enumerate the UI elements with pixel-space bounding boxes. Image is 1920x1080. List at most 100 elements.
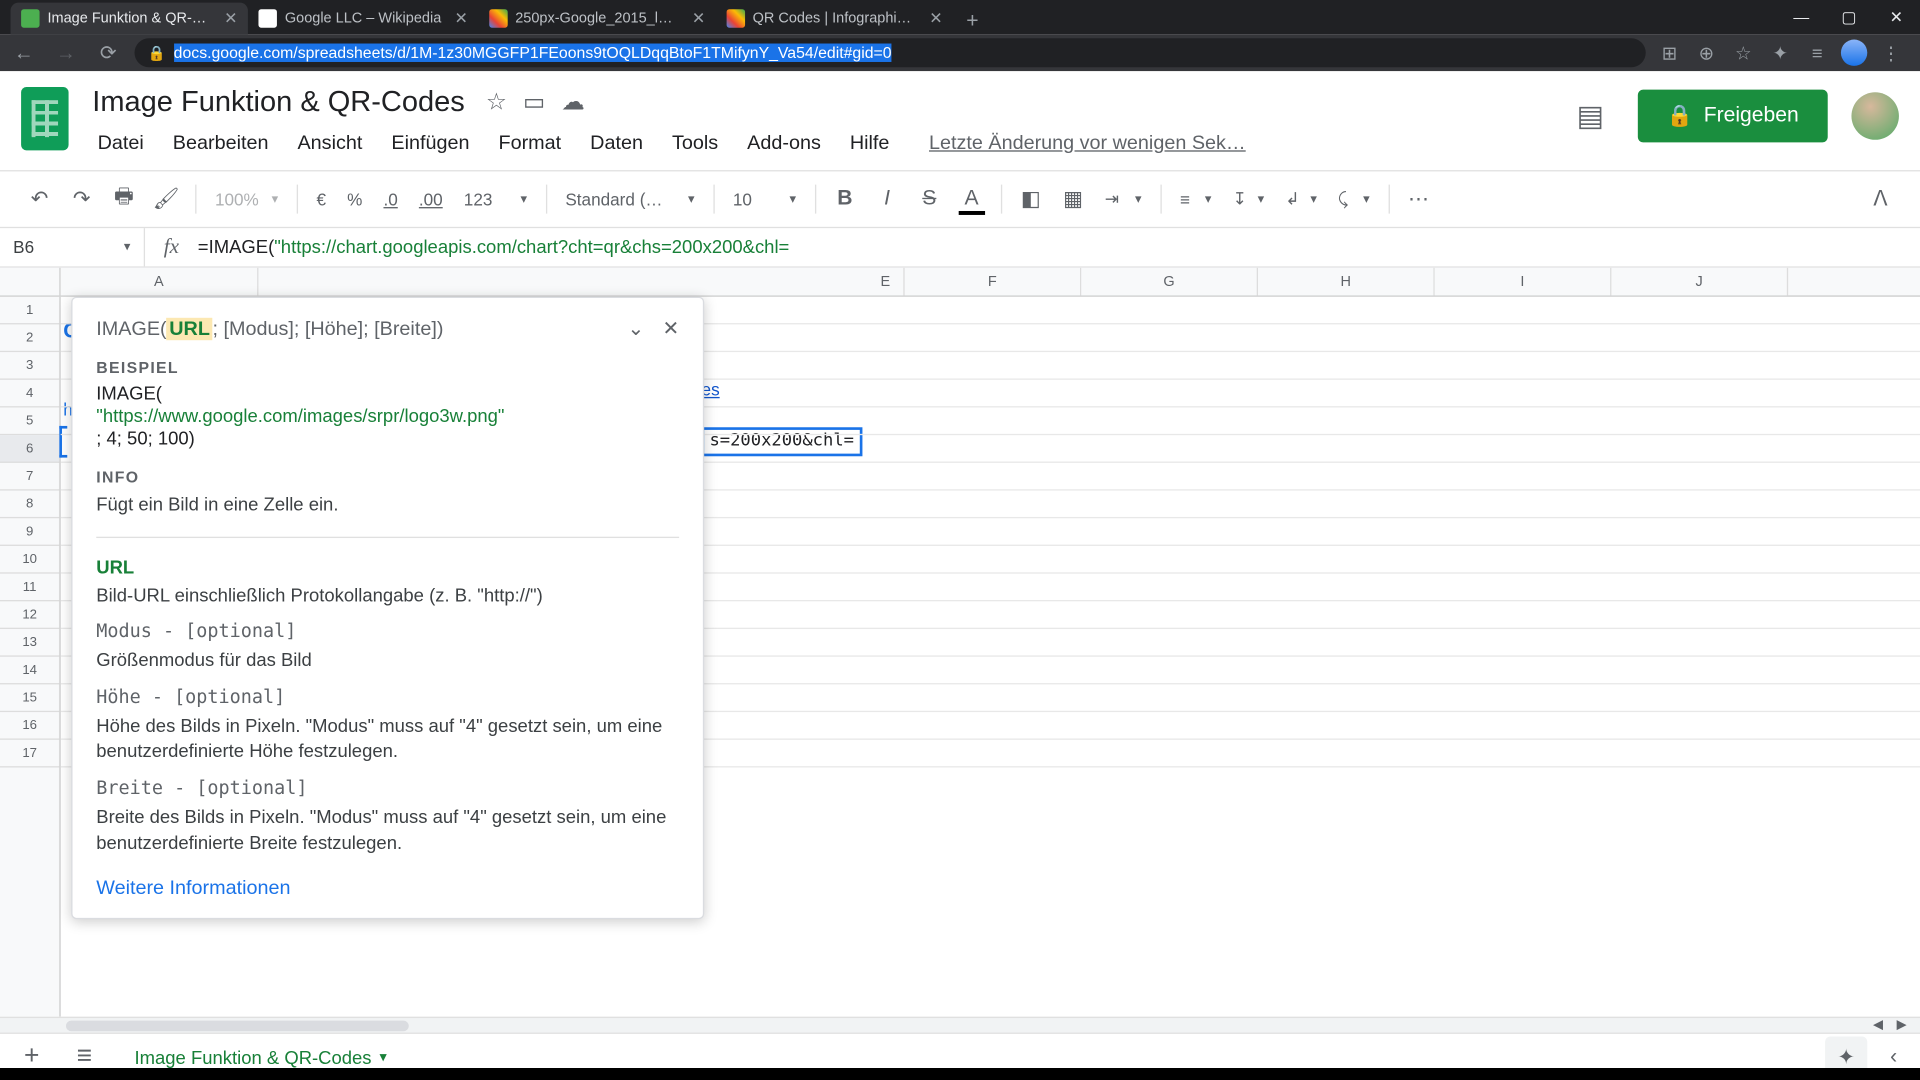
decrease-decimal-button[interactable]: .0 <box>376 181 406 218</box>
menu-tools[interactable]: Tools <box>659 127 732 160</box>
star-icon[interactable]: ☆ <box>486 88 507 116</box>
percent-button[interactable]: % <box>339 181 370 218</box>
col-header-g[interactable]: G <box>1081 268 1258 296</box>
col-header-j[interactable]: J <box>1611 268 1788 296</box>
move-icon[interactable]: ▭ <box>523 88 545 116</box>
select-all-corner[interactable] <box>0 268 61 296</box>
menu-daten[interactable]: Daten <box>577 127 656 160</box>
row-header-1[interactable]: 1 <box>0 297 59 325</box>
close-icon[interactable]: ✕ <box>224 9 237 27</box>
italic-button[interactable]: I <box>869 181 906 218</box>
doc-title[interactable]: Image Funktion & QR-Codes <box>84 82 472 122</box>
bold-button[interactable]: B <box>826 181 863 218</box>
row-header-12[interactable]: 12 <box>0 601 59 629</box>
help-more-link[interactable]: Weitere Informationen <box>96 877 679 899</box>
spreadsheet-grid[interactable]: A E F G H I J 1234567891011121314151617 … <box>0 268 1920 1017</box>
text-color-button[interactable]: A <box>953 181 990 218</box>
horizontal-scrollbar[interactable]: ◀ ▶ <box>0 1017 1920 1033</box>
close-icon[interactable]: ✕ <box>454 9 467 27</box>
wrap-button[interactable]: ↲▾ <box>1277 181 1324 218</box>
paint-format-button[interactable]: 🖌 <box>148 181 185 218</box>
font-select[interactable]: Standard (…▾ <box>557 181 702 218</box>
row-header-4[interactable]: 4 <box>0 380 59 408</box>
rotate-button[interactable]: ⤹▾ <box>1330 181 1377 218</box>
zoom-icon[interactable]: ⊕ <box>1693 40 1719 66</box>
fill-color-button[interactable]: ◧ <box>1012 181 1049 218</box>
browser-tab-0[interactable]: Image Funktion & QR-Codes - G ✕ <box>11 3 248 35</box>
menu-bearbeiten[interactable]: Bearbeiten <box>160 127 282 160</box>
share-button[interactable]: 🔒 Freigeben <box>1638 90 1828 143</box>
menu-hilfe[interactable]: Hilfe <box>837 127 903 160</box>
maximize-button[interactable]: ▢ <box>1825 0 1872 34</box>
row-header-9[interactable]: 9 <box>0 518 59 546</box>
col-header-a[interactable]: A <box>61 268 259 296</box>
more-toolbar-button[interactable]: ⋯ <box>1400 181 1437 218</box>
last-edit-link[interactable]: Letzte Änderung vor wenigen Sek… <box>929 127 1246 160</box>
row-header-10[interactable]: 10 <box>0 546 59 574</box>
sheets-logo[interactable] <box>21 87 68 150</box>
close-help-icon[interactable]: ✕ <box>663 316 680 340</box>
row-header-2[interactable]: 2 <box>0 324 59 352</box>
omnibox[interactable]: 🔒 docs.google.com/spreadsheets/d/1M-1z30… <box>135 38 1646 67</box>
side-panel-toggle[interactable]: ‹ <box>1878 1045 1910 1069</box>
install-icon[interactable]: ⊞ <box>1656 40 1682 66</box>
collapse-toolbar-button[interactable]: ᐱ <box>1862 181 1899 218</box>
number-format-select[interactable]: 123▾ <box>456 181 535 218</box>
strike-button[interactable]: S <box>911 181 948 218</box>
row-header-7[interactable]: 7 <box>0 463 59 491</box>
scrollbar-thumb[interactable] <box>66 1020 409 1031</box>
valign-button[interactable]: ↧▾ <box>1225 181 1272 218</box>
currency-button[interactable]: € <box>309 181 334 218</box>
formula-input[interactable]: =IMAGE("https://chart.googleapis.com/cha… <box>198 236 1920 258</box>
menu-icon[interactable]: ⋮ <box>1878 40 1904 66</box>
col-header-h[interactable]: H <box>1258 268 1435 296</box>
col-header-i[interactable]: I <box>1435 268 1612 296</box>
borders-button[interactable]: ▦ <box>1055 181 1092 218</box>
merge-button[interactable]: ⇥▾ <box>1097 181 1150 218</box>
chevron-down-icon[interactable]: ▾ <box>379 1048 386 1065</box>
menu-format[interactable]: Format <box>485 127 574 160</box>
reading-list-icon[interactable]: ≡ <box>1804 40 1830 66</box>
row-header-17[interactable]: 17 <box>0 740 59 768</box>
font-size-select[interactable]: 10▾ <box>725 181 804 218</box>
increase-decimal-button[interactable]: .00 <box>411 181 451 218</box>
halign-button[interactable]: ≡▾ <box>1172 181 1219 218</box>
comments-icon[interactable]: ▤ <box>1567 92 1614 139</box>
window-close-button[interactable]: ✕ <box>1873 0 1920 34</box>
row-header-3[interactable]: 3 <box>0 352 59 380</box>
browser-tab-1[interactable]: Google LLC – Wikipedia ✕ <box>248 3 478 35</box>
browser-tab-3[interactable]: QR Codes | Infographics | Goo ✕ <box>716 3 953 35</box>
close-icon[interactable]: ✕ <box>692 9 705 27</box>
cloud-icon[interactable]: ☁ <box>561 88 585 116</box>
menu-einfuegen[interactable]: Einfügen <box>378 127 482 160</box>
collapse-help-icon[interactable]: ⌄ <box>627 316 644 340</box>
row-header-5[interactable]: 5 <box>0 407 59 435</box>
col-header-hidden[interactable]: E <box>258 268 904 296</box>
new-tab-button[interactable]: + <box>953 11 992 35</box>
row-header-6[interactable]: 6 <box>0 435 59 463</box>
menu-ansicht[interactable]: Ansicht <box>284 127 375 160</box>
name-box[interactable]: B6▾ <box>0 228 145 266</box>
reload-button[interactable]: ⟳ <box>92 37 124 69</box>
star-icon[interactable]: ☆ <box>1730 40 1756 66</box>
scroll-left-icon[interactable]: ◀ <box>1873 1018 1883 1033</box>
back-button[interactable]: ← <box>8 37 40 69</box>
print-button[interactable]: 🖶 <box>105 181 142 218</box>
row-header-11[interactable]: 11 <box>0 574 59 602</box>
scroll-right-icon[interactable]: ▶ <box>1897 1018 1907 1033</box>
extensions-icon[interactable]: ✦ <box>1767 40 1793 66</box>
undo-button[interactable]: ↶ <box>21 181 58 218</box>
account-avatar[interactable] <box>1851 92 1898 139</box>
forward-button[interactable]: → <box>50 37 82 69</box>
row-header-8[interactable]: 8 <box>0 491 59 519</box>
zoom-select[interactable]: 100%▾ <box>207 181 286 218</box>
row-header-14[interactable]: 14 <box>0 657 59 685</box>
col-header-f[interactable]: F <box>905 268 1082 296</box>
close-icon[interactable]: ✕ <box>929 9 942 27</box>
row-header-15[interactable]: 15 <box>0 684 59 712</box>
menu-datei[interactable]: Datei <box>84 127 157 160</box>
row-header-13[interactable]: 13 <box>0 629 59 657</box>
minimize-button[interactable]: — <box>1778 0 1825 34</box>
menu-addons[interactable]: Add-ons <box>734 127 834 160</box>
redo-button[interactable]: ↷ <box>63 181 100 218</box>
